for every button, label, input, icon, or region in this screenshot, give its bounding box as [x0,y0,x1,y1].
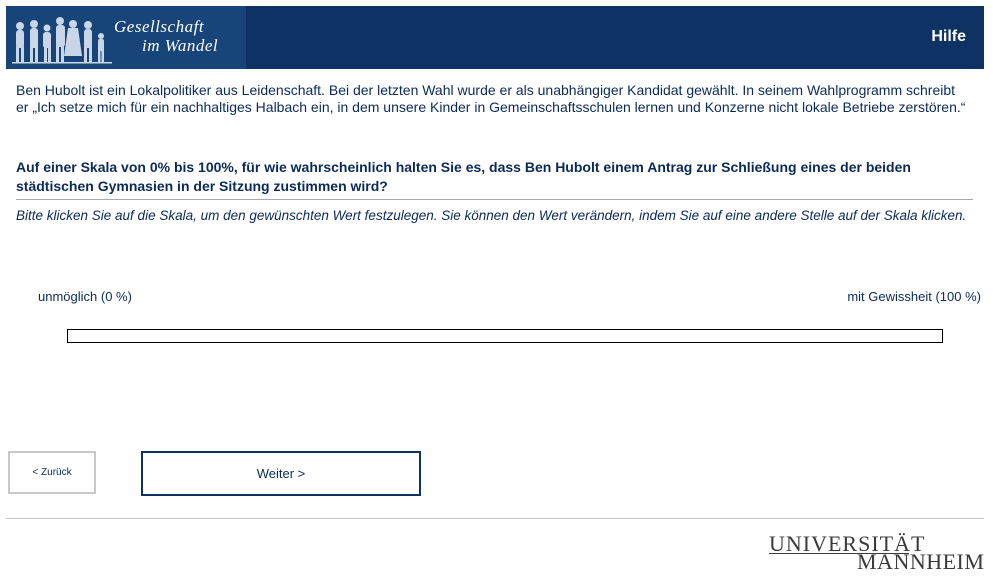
uni-logo-line2: MANNHEIM [857,549,985,574]
divider [16,199,973,200]
help-link[interactable]: Hilfe [931,28,966,46]
scale-min-label: unmöglich (0 %) [38,289,132,304]
probability-scale[interactable] [67,329,943,343]
intro-text: Ben Hubolt ist ein Lokalpolitiker aus Le… [16,82,966,115]
logo-line2: im Wandel [142,36,219,55]
logo-line1: Gesellschaft [114,17,205,36]
instruction-text: Bitte klicken Sie auf die Skala, um den … [16,208,967,223]
logo: Gesellschaft im Wandel [6,6,246,69]
people-silhouettes-icon [12,17,112,64]
footer-divider [6,518,984,519]
university-logo: UNIVERSITÄT MANNHEIM [769,532,984,574]
question-text: Auf einer Skala von 0% bis 100%, für wie… [16,159,911,194]
scale-max-label: mit Gewissheit (100 %) [847,289,981,304]
header-bar: Gesellschaft im Wandel Hilfe [6,6,984,69]
back-button[interactable]: < Zurück [8,451,96,494]
next-button[interactable]: Weiter > [141,451,421,496]
logo-text: Gesellschaft im Wandel [114,17,218,55]
